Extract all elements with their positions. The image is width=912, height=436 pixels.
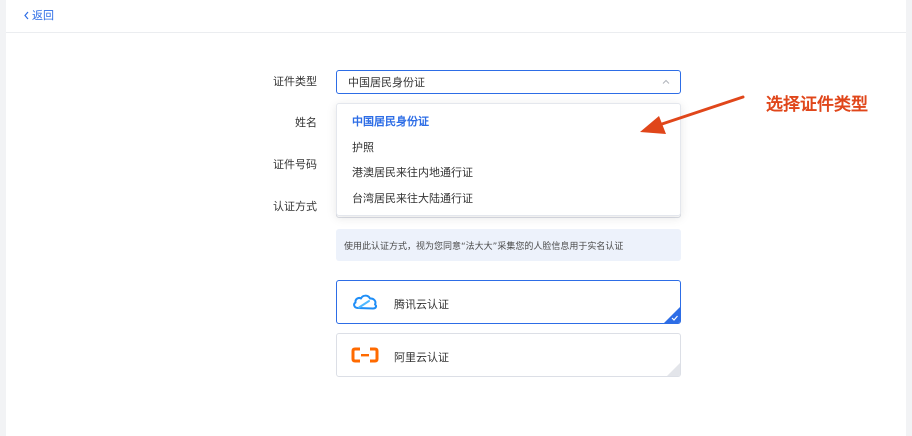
annotation-label: 选择证件类型 — [766, 95, 868, 115]
dropdown-option-hk-macau-permit[interactable]: 港澳居民来往内地通行证 — [337, 160, 680, 186]
auth-option-tencent[interactable]: 腾讯云认证 — [336, 280, 681, 324]
chevron-up-icon — [662, 79, 670, 84]
back-link[interactable]: 返回 — [23, 8, 54, 22]
dropdown-option-taiwan-permit[interactable]: 台湾居民来往大陆通行证 — [337, 186, 680, 212]
aliyun-icon — [351, 347, 379, 363]
auth-option-aliyun-label: 阿里云认证 — [394, 351, 449, 364]
id-type-select-value: 中国居民身份证 — [348, 76, 425, 89]
consent-notice-text: 使用此认证方式，视为您同意“法大大”采集您的人脸信息用于实名认证 — [344, 241, 624, 252]
consent-notice: 使用此认证方式，视为您同意“法大大”采集您的人脸信息用于实名认证 — [336, 229, 681, 261]
tencent-cloud-icon — [353, 294, 378, 310]
chevron-left-icon — [24, 11, 29, 19]
id-type-label: 证件类型 — [273, 75, 317, 88]
auth-option-tencent-label: 腾讯云认证 — [394, 298, 449, 311]
unchecked-corner-icon — [667, 363, 680, 376]
back-label: 返回 — [32, 9, 54, 22]
annotation-arrow — [640, 95, 745, 134]
auth-method-label: 认证方式 — [273, 200, 317, 213]
top-bar: 返回 — [6, 0, 906, 33]
check-corner-icon — [664, 307, 680, 323]
name-label: 姓名 — [295, 116, 317, 129]
id-number-label: 证件号码 — [273, 158, 317, 171]
page: 返回 证件类型 姓名 证件号码 认证方式 中国居民身份证 中国居民身份证 护照 … — [6, 0, 906, 436]
auth-option-aliyun[interactable]: 阿里云认证 — [336, 333, 681, 377]
